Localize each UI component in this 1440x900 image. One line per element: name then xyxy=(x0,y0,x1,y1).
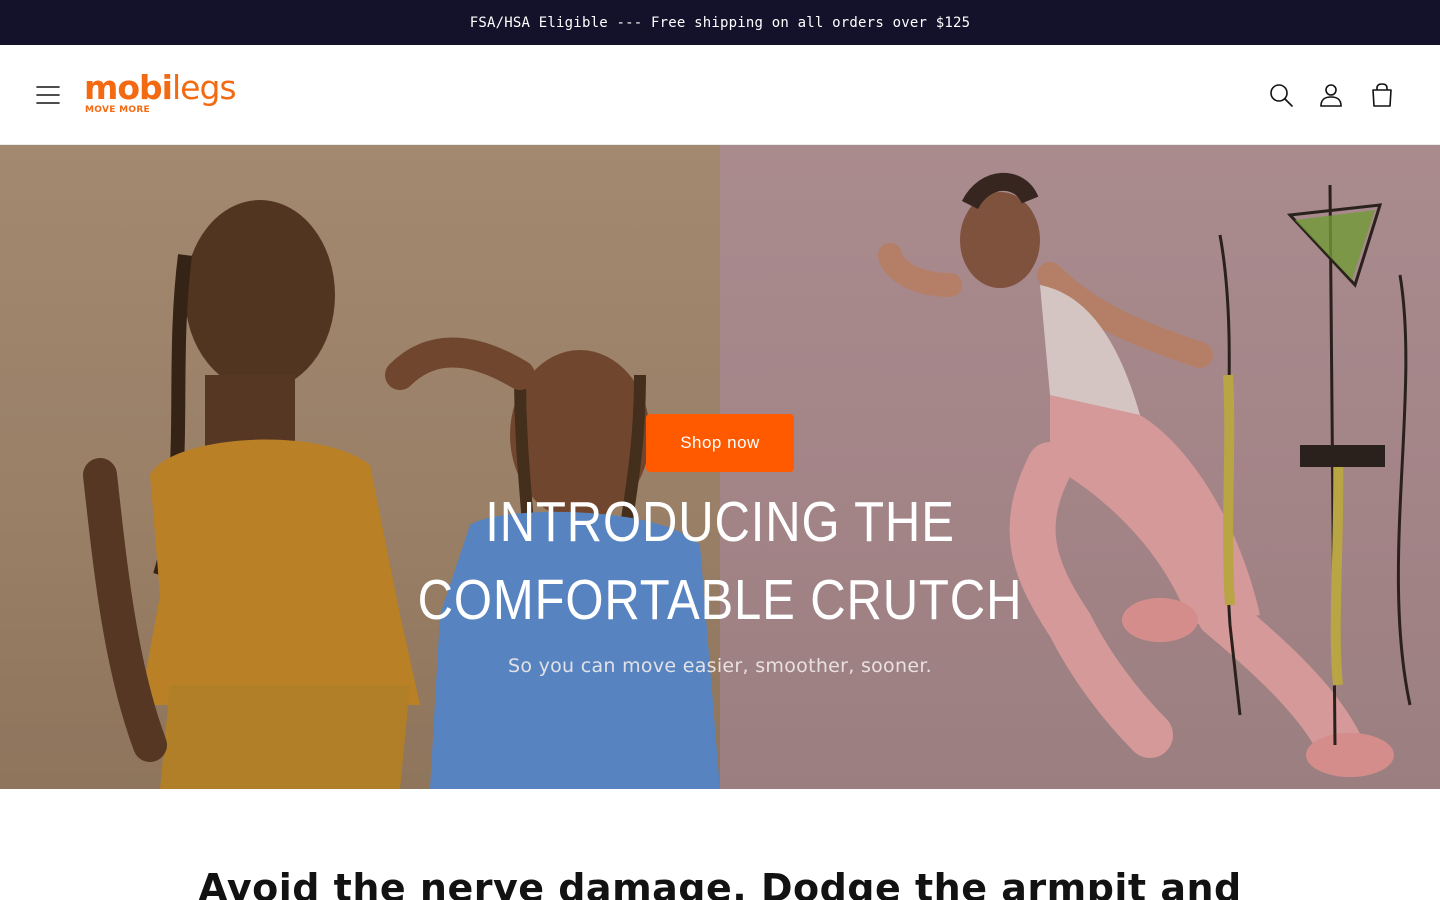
shop-now-button[interactable]: Shop now xyxy=(646,414,794,472)
hero-title-line-2: COMFORTABLE CRUTCH xyxy=(417,568,1023,632)
logo-tagline: MOVE MORE xyxy=(85,105,150,115)
announcement-bar: FSA/HSA Eligible --- Free shipping on al… xyxy=(0,0,1440,45)
menu-icon[interactable] xyxy=(32,79,64,111)
hero-title: INTRODUCING THE COMFORTABLE CRUTCH xyxy=(101,483,1339,639)
hero-content: Shop now INTRODUCING THE COMFORTABLE CRU… xyxy=(0,145,1440,789)
cart-icon[interactable] xyxy=(1366,79,1398,111)
account-icon[interactable] xyxy=(1315,79,1347,111)
hero-title-line-1: INTRODUCING THE xyxy=(485,490,955,554)
hero-banner: Shop now INTRODUCING THE COMFORTABLE CRU… xyxy=(0,145,1440,789)
site-header: mobilegs MOVE MORE xyxy=(0,45,1440,145)
logo-wordmark: mobilegs xyxy=(84,68,237,107)
announcement-text: FSA/HSA Eligible --- Free shipping on al… xyxy=(469,14,971,31)
hero-subtitle: So you can move easier, smoother, sooner… xyxy=(507,655,933,677)
search-icon[interactable] xyxy=(1265,79,1297,111)
mobilegs-logo[interactable]: mobilegs MOVE MORE xyxy=(84,68,237,120)
section-heading: Avoid the nerve damage. Dodge the armpit… xyxy=(198,866,1242,900)
